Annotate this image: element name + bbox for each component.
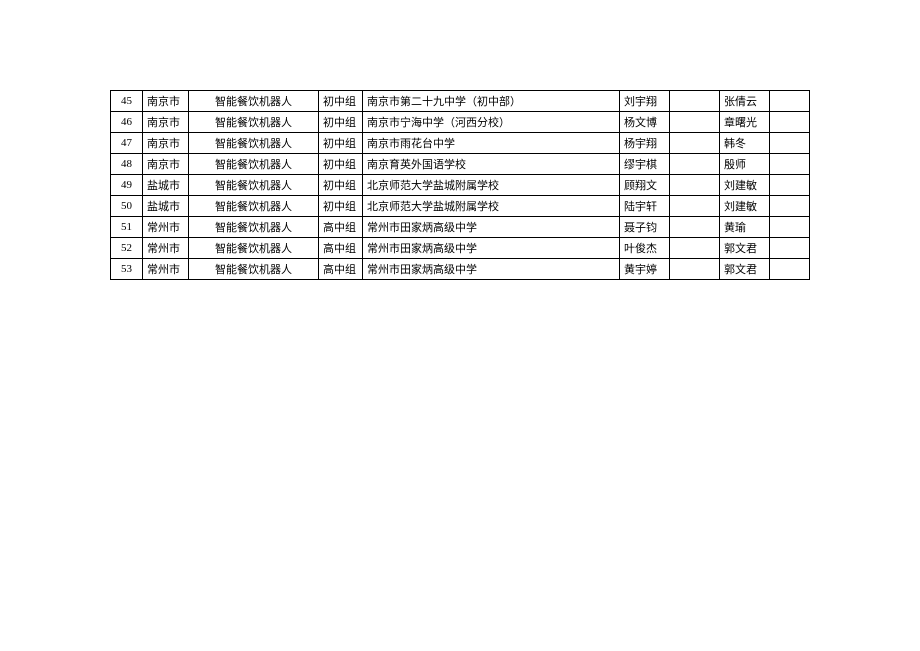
cell-city: 南京市 xyxy=(143,91,189,112)
table-body: 45 南京市 智能餐饮机器人 初中组 南京市第二十九中学（初中部） 刘宇翔 张倩… xyxy=(111,91,810,280)
cell-group: 初中组 xyxy=(319,133,363,154)
cell-student: 黄宇婷 xyxy=(620,259,670,280)
cell-school: 北京师范大学盐城附属学校 xyxy=(363,175,620,196)
cell-blank xyxy=(670,196,720,217)
cell-end xyxy=(770,112,810,133)
cell-category: 智能餐饮机器人 xyxy=(189,196,319,217)
cell-blank xyxy=(670,154,720,175)
cell-school: 常州市田家炳高级中学 xyxy=(363,259,620,280)
cell-city: 盐城市 xyxy=(143,175,189,196)
cell-city: 南京市 xyxy=(143,133,189,154)
cell-index: 47 xyxy=(111,133,143,154)
cell-index: 49 xyxy=(111,175,143,196)
cell-index: 45 xyxy=(111,91,143,112)
cell-index: 51 xyxy=(111,217,143,238)
table-row: 52 常州市 智能餐饮机器人 高中组 常州市田家炳高级中学 叶俊杰 郭文君 xyxy=(111,238,810,259)
table-row: 48 南京市 智能餐饮机器人 初中组 南京育英外国语学校 缪宇棋 殷师 xyxy=(111,154,810,175)
table-row: 49 盐城市 智能餐饮机器人 初中组 北京师范大学盐城附属学校 顾翔文 刘建敏 xyxy=(111,175,810,196)
cell-student: 顾翔文 xyxy=(620,175,670,196)
cell-group: 初中组 xyxy=(319,175,363,196)
cell-teacher: 章曙光 xyxy=(720,112,770,133)
cell-end xyxy=(770,259,810,280)
cell-category: 智能餐饮机器人 xyxy=(189,238,319,259)
cell-teacher: 张倩云 xyxy=(720,91,770,112)
cell-end xyxy=(770,133,810,154)
cell-teacher: 刘建敏 xyxy=(720,196,770,217)
cell-school: 常州市田家炳高级中学 xyxy=(363,217,620,238)
cell-index: 52 xyxy=(111,238,143,259)
cell-city: 南京市 xyxy=(143,154,189,175)
table-row: 51 常州市 智能餐饮机器人 高中组 常州市田家炳高级中学 聂子钧 黄瑜 xyxy=(111,217,810,238)
cell-teacher: 韩冬 xyxy=(720,133,770,154)
cell-group: 初中组 xyxy=(319,112,363,133)
cell-student: 叶俊杰 xyxy=(620,238,670,259)
cell-index: 53 xyxy=(111,259,143,280)
cell-index: 50 xyxy=(111,196,143,217)
table-row: 45 南京市 智能餐饮机器人 初中组 南京市第二十九中学（初中部） 刘宇翔 张倩… xyxy=(111,91,810,112)
cell-end xyxy=(770,196,810,217)
cell-teacher: 郭文君 xyxy=(720,259,770,280)
cell-city: 盐城市 xyxy=(143,196,189,217)
cell-teacher: 黄瑜 xyxy=(720,217,770,238)
cell-teacher: 刘建敏 xyxy=(720,175,770,196)
cell-end xyxy=(770,154,810,175)
cell-category: 智能餐饮机器人 xyxy=(189,259,319,280)
cell-city: 常州市 xyxy=(143,217,189,238)
cell-end xyxy=(770,238,810,259)
cell-school: 常州市田家炳高级中学 xyxy=(363,238,620,259)
cell-student: 刘宇翔 xyxy=(620,91,670,112)
cell-blank xyxy=(670,112,720,133)
cell-school: 北京师范大学盐城附属学校 xyxy=(363,196,620,217)
cell-teacher: 郭文君 xyxy=(720,238,770,259)
cell-group: 高中组 xyxy=(319,238,363,259)
cell-blank xyxy=(670,259,720,280)
cell-category: 智能餐饮机器人 xyxy=(189,112,319,133)
cell-end xyxy=(770,217,810,238)
cell-blank xyxy=(670,217,720,238)
cell-city: 常州市 xyxy=(143,259,189,280)
cell-student: 陆宇轩 xyxy=(620,196,670,217)
cell-group: 初中组 xyxy=(319,154,363,175)
cell-group: 初中组 xyxy=(319,91,363,112)
cell-teacher: 殷师 xyxy=(720,154,770,175)
cell-student: 杨文博 xyxy=(620,112,670,133)
cell-school: 南京市雨花台中学 xyxy=(363,133,620,154)
cell-category: 智能餐饮机器人 xyxy=(189,133,319,154)
table-row: 47 南京市 智能餐饮机器人 初中组 南京市雨花台中学 杨宇翔 韩冬 xyxy=(111,133,810,154)
cell-school: 南京育英外国语学校 xyxy=(363,154,620,175)
cell-category: 智能餐饮机器人 xyxy=(189,91,319,112)
cell-student: 杨宇翔 xyxy=(620,133,670,154)
cell-category: 智能餐饮机器人 xyxy=(189,154,319,175)
cell-school: 南京市第二十九中学（初中部） xyxy=(363,91,620,112)
cell-student: 缪宇棋 xyxy=(620,154,670,175)
table-row: 53 常州市 智能餐饮机器人 高中组 常州市田家炳高级中学 黄宇婷 郭文君 xyxy=(111,259,810,280)
cell-blank xyxy=(670,91,720,112)
cell-end xyxy=(770,91,810,112)
cell-category: 智能餐饮机器人 xyxy=(189,217,319,238)
cell-blank xyxy=(670,133,720,154)
table-row: 46 南京市 智能餐饮机器人 初中组 南京市宁海中学（河西分校） 杨文博 章曙光 xyxy=(111,112,810,133)
cell-student: 聂子钧 xyxy=(620,217,670,238)
cell-blank xyxy=(670,175,720,196)
cell-city: 南京市 xyxy=(143,112,189,133)
table-row: 50 盐城市 智能餐饮机器人 初中组 北京师范大学盐城附属学校 陆宇轩 刘建敏 xyxy=(111,196,810,217)
cell-group: 初中组 xyxy=(319,196,363,217)
cell-index: 48 xyxy=(111,154,143,175)
cell-city: 常州市 xyxy=(143,238,189,259)
cell-group: 高中组 xyxy=(319,259,363,280)
cell-end xyxy=(770,175,810,196)
cell-blank xyxy=(670,238,720,259)
cell-index: 46 xyxy=(111,112,143,133)
cell-group: 高中组 xyxy=(319,217,363,238)
data-table: 45 南京市 智能餐饮机器人 初中组 南京市第二十九中学（初中部） 刘宇翔 张倩… xyxy=(110,90,810,280)
cell-category: 智能餐饮机器人 xyxy=(189,175,319,196)
cell-school: 南京市宁海中学（河西分校） xyxy=(363,112,620,133)
